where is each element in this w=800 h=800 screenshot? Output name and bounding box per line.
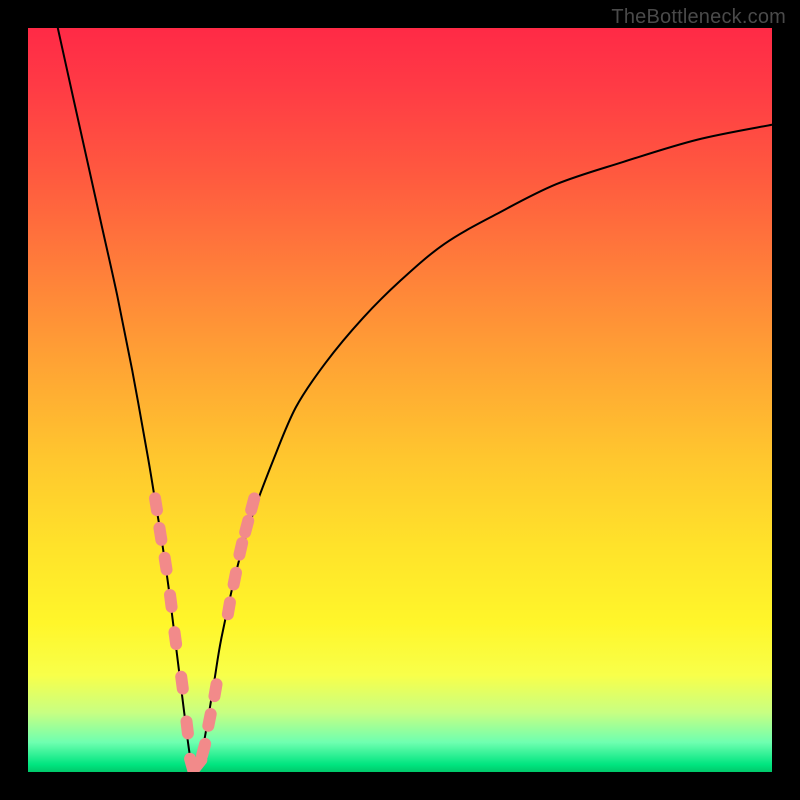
watermark-text: TheBottleneck.com <box>611 6 786 29</box>
highlight-marker <box>180 715 195 740</box>
highlight-marker <box>195 737 213 763</box>
highlight-marker <box>232 536 249 562</box>
highlight-marker <box>244 491 262 517</box>
highlight-marker <box>227 566 243 592</box>
highlight-marker <box>153 521 169 547</box>
chart-frame: TheBottleneck.com <box>0 0 800 800</box>
highlight-marker <box>158 551 174 577</box>
bottleneck-curve <box>58 28 772 770</box>
highlight-marker <box>168 625 183 650</box>
highlight-marker <box>201 707 217 733</box>
highlight-marker <box>174 670 189 695</box>
highlight-marker <box>221 595 237 621</box>
highlight-marker <box>208 677 224 703</box>
highlight-marker <box>238 513 256 539</box>
highlighted-markers <box>148 491 261 772</box>
highlight-marker <box>163 588 178 613</box>
highlight-marker <box>148 491 164 517</box>
curve-layer <box>28 28 772 772</box>
plot-area <box>28 28 772 772</box>
